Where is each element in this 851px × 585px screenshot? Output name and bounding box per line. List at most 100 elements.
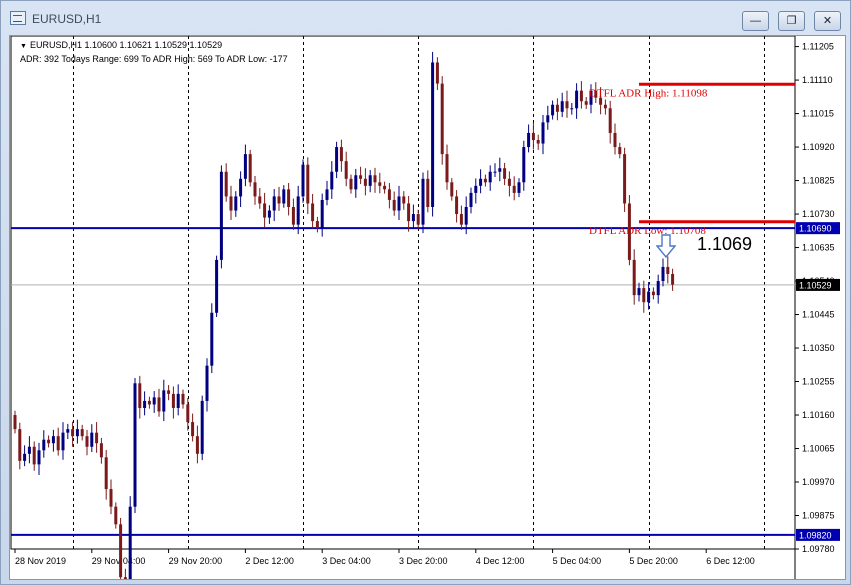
candle-body <box>296 196 300 225</box>
candle-body <box>431 62 435 207</box>
candle-body <box>219 171 223 260</box>
y-tick-label: 1.11205 <box>802 42 834 52</box>
candle-body <box>143 400 147 408</box>
candle-body <box>263 203 267 218</box>
candle-body <box>536 140 540 144</box>
candle-body <box>301 164 305 197</box>
candle-body <box>656 281 660 296</box>
restore-button[interactable]: ❐ <box>778 11 805 31</box>
candle-body <box>512 185 516 193</box>
candle-body <box>61 432 65 451</box>
candle-body <box>277 196 281 204</box>
candle-body <box>363 178 367 186</box>
candle-body <box>330 171 334 190</box>
candle-body <box>368 175 372 186</box>
candle-body <box>503 168 507 179</box>
minimize-button[interactable]: — <box>742 11 769 31</box>
y-tick-label: 1.10920 <box>802 142 835 152</box>
candle-body <box>258 196 262 204</box>
candle-body <box>498 168 502 172</box>
plot-border <box>10 36 796 550</box>
close-button[interactable]: ✕ <box>814 11 841 31</box>
candle-body <box>344 161 348 179</box>
candle-body <box>23 453 27 461</box>
chart-area[interactable]: 1.11205 1.11110 1.11015 1.10920 1.10825 1.107… <box>9 35 846 580</box>
x-tick-label: 6 Dec 12:00 <box>706 556 755 566</box>
candle-body <box>603 104 607 109</box>
candle-body <box>287 189 291 207</box>
x-tick-label: 2 Dec 12:00 <box>245 556 294 566</box>
y-tick-label: 1.10825 <box>802 176 835 186</box>
candle-body <box>32 446 36 465</box>
candle-body <box>421 178 425 225</box>
x-tick-label: 4 Dec 12:00 <box>476 556 525 566</box>
x-tick-label: 29 Nov 20:00 <box>169 556 223 566</box>
candle-body <box>171 393 175 408</box>
candle-body <box>71 429 75 437</box>
y-tick-label: 1.09780 <box>802 544 835 554</box>
candle-body <box>474 185 478 193</box>
candle-body <box>224 171 228 197</box>
candle-body <box>551 104 555 116</box>
candle-body <box>493 171 497 173</box>
candle-body <box>579 90 583 102</box>
candle-body <box>114 506 118 525</box>
candle-body <box>128 506 132 579</box>
candle-body <box>229 196 233 211</box>
candle-body <box>95 432 99 444</box>
chart-window-icon <box>10 11 26 25</box>
level-price-badge-label: 1.09820 <box>799 530 832 540</box>
candle-body <box>51 436 55 444</box>
candle-body <box>162 390 166 412</box>
candle-body <box>488 171 492 183</box>
candle-body <box>18 429 22 461</box>
candle-body <box>66 429 70 433</box>
candle-body <box>37 450 41 465</box>
candle-body <box>85 436 89 447</box>
candle-body <box>320 199 324 229</box>
candle-body <box>479 178 483 186</box>
x-tick-label: 3 Dec 04:00 <box>322 556 371 566</box>
candle-body <box>469 192 473 207</box>
candle-body <box>575 90 579 109</box>
adr-info: ADR: 392 Todays Range: 699 To ADR High: … <box>20 54 288 64</box>
candle-body <box>75 429 79 437</box>
y-tick-label: 1.10255 <box>802 377 835 387</box>
ohlc-text: EURUSD,H1 1.10600 1.10621 1.10529 1.1052… <box>29 40 223 50</box>
chart-window: EURUSD,H1 — ❐ ✕ 1.11205 1.11110 1.11015 1.1… <box>0 0 851 585</box>
candle-body <box>335 147 339 172</box>
candle-body <box>354 175 358 190</box>
candle-body <box>392 199 396 211</box>
x-tick-label: 3 Dec 20:00 <box>399 556 448 566</box>
candle-body <box>311 203 315 222</box>
candle-body <box>167 390 171 394</box>
title-bar[interactable]: EURUSD,H1 — ❐ ✕ <box>1 1 850 35</box>
candle-body <box>522 147 526 183</box>
candle-body <box>647 291 651 303</box>
symbol-dropdown-icon[interactable]: ▼ <box>20 43 27 50</box>
candle-body <box>565 101 569 109</box>
candle-body <box>200 400 204 454</box>
candle-body <box>584 101 588 105</box>
x-tick-label: 5 Dec 20:00 <box>629 556 678 566</box>
candle-body <box>282 189 286 204</box>
candle-body <box>176 393 180 408</box>
candle-body <box>267 210 271 218</box>
candle-body <box>186 404 190 423</box>
candle-body <box>138 383 142 408</box>
candle-body <box>215 259 219 313</box>
current-price-badge-label: 1.10529 <box>799 280 832 290</box>
candle-body <box>618 147 622 155</box>
level-price-badge-label: 1.10690 <box>799 224 832 234</box>
candle-body <box>546 115 550 123</box>
candle-body <box>541 122 545 144</box>
candle-body <box>416 214 420 225</box>
candle-body <box>181 393 185 405</box>
price-chart[interactable]: 1.11205 1.11110 1.11015 1.10920 1.10825 1.107… <box>10 36 845 579</box>
y-tick-label: 1.10160 <box>802 410 835 420</box>
candle-body <box>339 147 343 162</box>
x-tick-label: 29 Nov 04:00 <box>92 556 146 566</box>
price-callout: 1.1069 <box>697 234 753 254</box>
candle-body <box>450 182 454 197</box>
candle-body <box>651 291 655 296</box>
